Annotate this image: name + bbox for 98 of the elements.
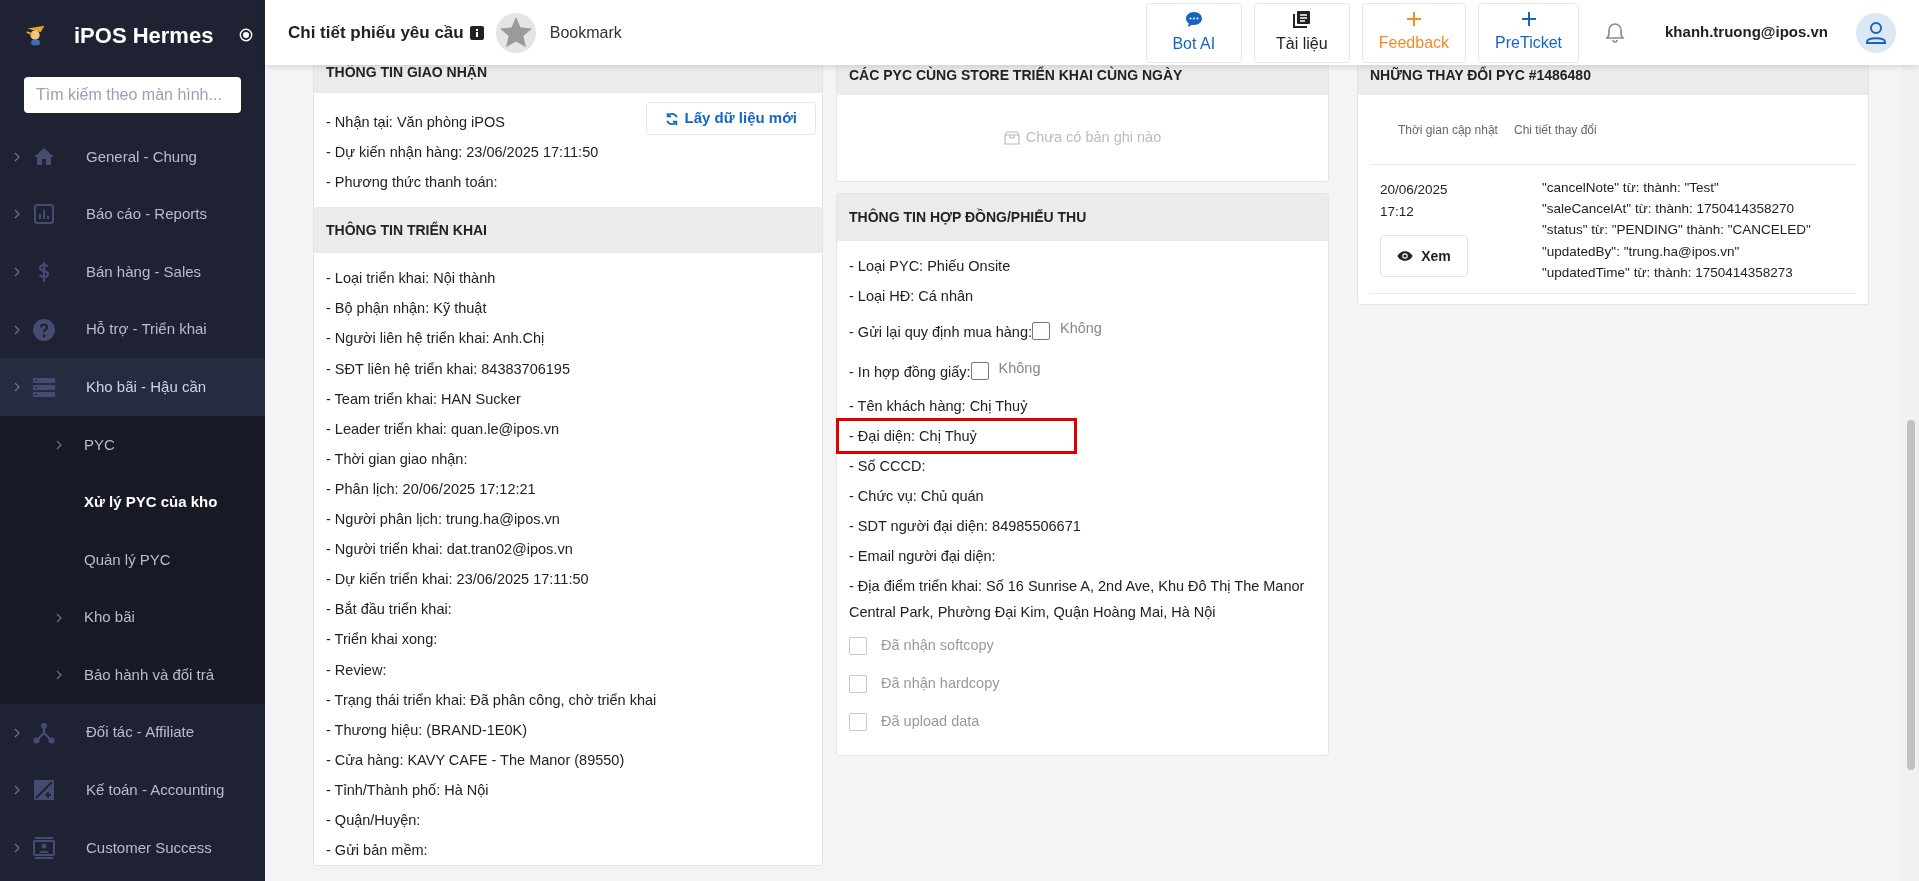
change-detail: "updatedTime" từ: thành: 1750414358273 bbox=[1542, 263, 1794, 282]
info-line: - Team triển khai: HAN Sucker bbox=[326, 389, 521, 409]
info-line: - Dự kiến nhận hàng: 23/06/2025 17:11:50 bbox=[326, 143, 599, 163]
info-line: - Bộ phận nhận: Kỹ thuật bbox=[326, 299, 487, 319]
submenu-item[interactable]: Bảo hành và đổi trả bbox=[0, 646, 265, 704]
info-line: - Số CCCD: bbox=[849, 457, 927, 476]
plus-icon bbox=[1405, 10, 1422, 27]
section-header: THÔNG TIN TRIỂN KHAI bbox=[314, 207, 822, 254]
submenu-item[interactable]: Kho bãi bbox=[0, 588, 265, 647]
header-button[interactable]: Tài liệu bbox=[1253, 2, 1350, 63]
view-button[interactable]: Xem bbox=[1380, 235, 1468, 277]
checkbox-label: Đã upload data bbox=[881, 712, 980, 732]
column-header: Chi tiết thay đổi bbox=[1513, 121, 1597, 139]
user-avatar-icon bbox=[1856, 12, 1896, 53]
change-detail: "updatedBy": "trung.ha@ipos.vn" bbox=[1542, 242, 1741, 261]
info-label: - Gửi lại quy định mua hàng: bbox=[849, 323, 1032, 343]
submenu-item[interactable]: Xử lý PYC của kho bbox=[0, 473, 265, 532]
table-cell-text: 17:12 bbox=[1380, 203, 1415, 221]
plus-icon bbox=[1520, 10, 1537, 27]
chevron-icon bbox=[54, 670, 64, 681]
chevron-icon bbox=[12, 842, 22, 853]
info-line: - Trạng thái triển khai: Đã phân công, chờ triển khai bbox=[326, 690, 657, 710]
refresh-icon bbox=[664, 111, 679, 126]
user-email: khanh.truong@ipos.vn bbox=[1665, 22, 1828, 43]
section-header: THÔNG TIN HỢP ĐỒNG/PHIẾU THU bbox=[837, 194, 1328, 241]
info-line: - Phương thức thanh toán: bbox=[326, 173, 498, 193]
submenu-item[interactable]: Quản lý PYC bbox=[0, 531, 265, 589]
column-header: Thời gian cập nhật bbox=[1397, 121, 1499, 139]
chevron-icon bbox=[12, 785, 22, 796]
checkbox-label: Đã nhận softcopy bbox=[881, 636, 994, 656]
checkbox-label: Đã nhận hardcopy bbox=[881, 674, 1000, 694]
info-line: - Người triển khai: dat.tran02@ipos.vn bbox=[326, 540, 573, 560]
chevron-icon bbox=[12, 209, 22, 220]
page-title: Chi tiết phiếu yêu cầu bbox=[288, 21, 464, 44]
info-line: - Chức vụ: Chủ quán bbox=[849, 487, 985, 506]
info-line: - SDT người đại diện: 84985506671 bbox=[849, 517, 1082, 536]
info-line: - SĐT liên hệ triển khai: 84383706195 bbox=[326, 359, 570, 379]
info-line: - Gửi bản mềm: bbox=[326, 841, 428, 861]
checkbox-label: Không bbox=[998, 359, 1041, 379]
info-line: - Nhận tại: Văn phòng iPOS bbox=[326, 113, 505, 132]
info-line: - Loại HĐ: Cá nhân bbox=[849, 287, 975, 306]
bar-chart-icon bbox=[32, 202, 56, 227]
checkbox[interactable] bbox=[1032, 322, 1050, 340]
chat-bubble-icon bbox=[1184, 9, 1203, 28]
chevron-icon bbox=[12, 324, 22, 335]
chevron-icon bbox=[12, 151, 22, 162]
radio-toggle-icon bbox=[239, 28, 254, 42]
scrollbar-thumb[interactable] bbox=[1906, 420, 1915, 770]
change-detail: "saleCancelAt" từ: thành: 1750414358270 bbox=[1542, 200, 1796, 219]
info-line: - Địa điểm triển khai: Số 16 Sunrise A, 2nd Ave, Khu Đô Thị The Manor Central Park, Phường Đại Kim, Quận Hoàng Mai, Hà Nội bbox=[849, 577, 1306, 622]
info-line: - Đại diện: Chị Thuỷ bbox=[839, 421, 1074, 451]
change-detail: "status" từ: "PENDING" thành: "CANCELED" bbox=[1542, 221, 1811, 240]
chevron-icon bbox=[12, 382, 22, 393]
info-line: - Tên khách hàng: Chị Thuỷ bbox=[849, 397, 1029, 416]
accounting-icon bbox=[32, 778, 56, 803]
search-field[interactable]: Tìm kiếm theo màn hình... bbox=[24, 77, 241, 113]
chevron-icon bbox=[54, 439, 64, 450]
info-line: - Email người đại diện: bbox=[849, 547, 997, 566]
star-avatar-icon bbox=[495, 12, 536, 53]
book-icon bbox=[1292, 9, 1311, 28]
header-button[interactable]: PreTicket bbox=[1478, 2, 1580, 63]
change-detail: "cancelNote" từ: thành: "Test" bbox=[1542, 179, 1720, 197]
network-icon bbox=[32, 720, 56, 745]
info-line: - Cửa hàng: KAVY CAFE - The Manor (89550) bbox=[326, 750, 625, 770]
help-icon bbox=[32, 317, 56, 342]
chevron-icon bbox=[12, 727, 22, 738]
sidebar-item[interactable]: Kho bãi - Hậu cần bbox=[0, 358, 265, 416]
info-line: - Thời gian giao nhận: bbox=[326, 449, 468, 469]
info-line: - Leader triển khai: quan.le@ipos.vn bbox=[326, 419, 560, 439]
submenu-item[interactable]: PYC bbox=[0, 415, 265, 474]
info-line: - Review: bbox=[326, 660, 387, 680]
info-line: - Người liên hệ triển khai: Anh.Chị bbox=[326, 329, 545, 349]
chevron-icon bbox=[54, 612, 64, 623]
info-line: - Dự kiến triển khai: 23/06/2025 17:11:50 bbox=[326, 570, 589, 590]
info-line: - Loại PYC: Phiếu Onsite bbox=[849, 257, 1012, 276]
info-line: - Người phân lịch: trung.ha@ipos.vn bbox=[326, 510, 560, 530]
checkbox-label: Không bbox=[1060, 319, 1102, 339]
eye-icon bbox=[1397, 250, 1414, 262]
bookmark-label: Bookmark bbox=[549, 22, 622, 43]
header-button[interactable]: Bot AI bbox=[1145, 2, 1242, 63]
info-icon bbox=[469, 25, 484, 40]
empty-message: Chưa có bản ghi nào bbox=[1025, 128, 1162, 148]
info-line: - Quận/Huyện: bbox=[326, 810, 421, 830]
table-cell-text: 20/06/2025 bbox=[1380, 181, 1449, 199]
info-line: - Thương hiệu: (BRAND-1E0K) bbox=[326, 720, 528, 740]
info-label: - In hợp đồng giấy: bbox=[849, 363, 971, 383]
chevron-icon bbox=[12, 267, 22, 277]
app-name: iPOS Hermes bbox=[74, 21, 214, 50]
info-line: - Triển khai xong: bbox=[326, 630, 438, 650]
checkbox[interactable] bbox=[970, 362, 989, 380]
info-line: - Loại triển khai: Nội thành bbox=[326, 269, 496, 289]
server-list-icon bbox=[32, 375, 56, 400]
contact-card-icon bbox=[32, 835, 56, 860]
info-line: - Bắt đầu triển khai: bbox=[326, 600, 452, 620]
info-line: - Tỉnh/Thành phố: Hà Nội bbox=[326, 780, 489, 800]
empty-box-icon bbox=[1003, 131, 1020, 145]
info-line: - Phân lịch: 20/06/2025 17:12:21 bbox=[326, 479, 536, 499]
refresh-button[interactable]: Lấy dữ liệu mới bbox=[645, 102, 816, 135]
